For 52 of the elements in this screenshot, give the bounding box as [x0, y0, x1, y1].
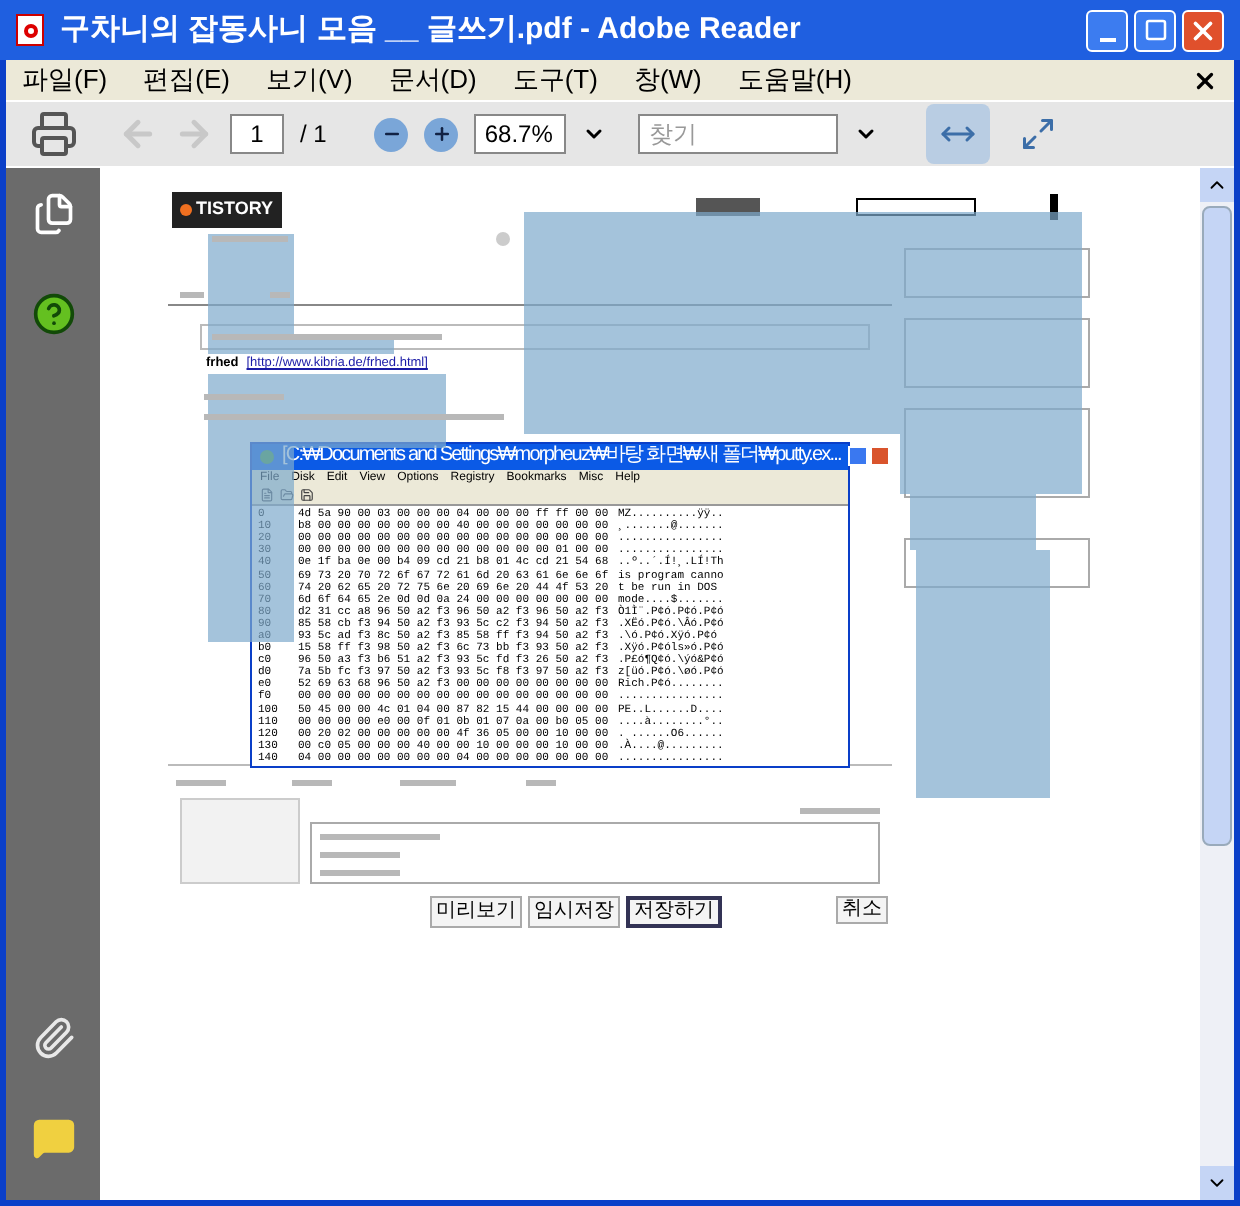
illegible-text-line: [176, 780, 226, 786]
minimize-button[interactable]: [1086, 9, 1128, 51]
tistory-logo: TISTORY: [172, 192, 282, 227]
form-button[interactable]: 저장하기: [626, 896, 722, 928]
plus-icon: [431, 124, 452, 144]
menu-item[interactable]: 창(W): [633, 60, 702, 100]
close-button[interactable]: [870, 446, 891, 467]
page-total: / 1: [300, 118, 327, 152]
maximize-icon: [1143, 18, 1167, 42]
menu-item[interactable]: 문서(D): [388, 60, 477, 100]
menu-item[interactable]: 도움말(H): [737, 60, 852, 100]
illegible-text-line: [320, 834, 440, 840]
help-icon[interactable]: [31, 292, 75, 336]
scroll-down-button[interactable]: [1200, 1166, 1234, 1200]
close-button[interactable]: [1182, 9, 1224, 51]
pdf-file-icon: [16, 14, 44, 46]
close-document-icon[interactable]: [1192, 67, 1218, 93]
illegible-text-line: [320, 852, 400, 858]
illegible-text-line: [204, 394, 284, 400]
scroll-thumb[interactable]: [1202, 206, 1232, 846]
hex-editor-title: [C:₩Documents and Settings₩morpheuz₩바탕 화면₩새 폴더₩putty.ex...: [282, 444, 841, 469]
print-icon[interactable]: [30, 110, 78, 158]
find-field[interactable]: 찾기: [638, 114, 839, 154]
zoom-out-button[interactable]: [374, 117, 409, 151]
zoom-field[interactable]: 68.7%: [474, 114, 567, 154]
menu-item[interactable]: 도구(T): [512, 60, 598, 100]
page-number-field[interactable]: 1: [230, 114, 284, 154]
maximize-button[interactable]: [1134, 9, 1176, 51]
minimize-button[interactable]: [848, 446, 869, 467]
image-thumbnail: [180, 798, 300, 884]
menu-item[interactable]: 파일(F): [22, 60, 108, 100]
window-title: 구차니의 잡동사니 모음 __ 글쓰기.pdf - Adobe Reader: [60, 9, 801, 50]
save-icon[interactable]: [300, 488, 314, 503]
paperclip-icon[interactable]: [31, 1016, 75, 1060]
illegible-text-line: [212, 236, 288, 242]
scroll-up-button[interactable]: [1200, 168, 1234, 202]
form-button[interactable]: 미리보기: [430, 896, 522, 928]
pages-icon[interactable]: [31, 192, 75, 236]
fit-width-button[interactable]: [926, 104, 991, 164]
info-icon: [496, 232, 510, 246]
form-button[interactable]: 임시저장: [528, 896, 620, 928]
cancel-button[interactable]: 취소: [836, 896, 888, 924]
illegible-text-line: [400, 780, 456, 786]
expand-arrows-icon: [1020, 116, 1057, 152]
vertical-scrollbar[interactable]: [1200, 168, 1234, 1200]
menu-item[interactable]: 편집(E): [143, 60, 230, 100]
menu-item[interactable]: 보기(V): [265, 60, 353, 100]
illegible-text-line: [320, 870, 400, 876]
illegible-text-line: [800, 808, 880, 814]
zoom-in-button[interactable]: [424, 117, 459, 151]
illegible-text-line: [292, 780, 332, 786]
comments-icon[interactable]: [31, 1116, 75, 1160]
